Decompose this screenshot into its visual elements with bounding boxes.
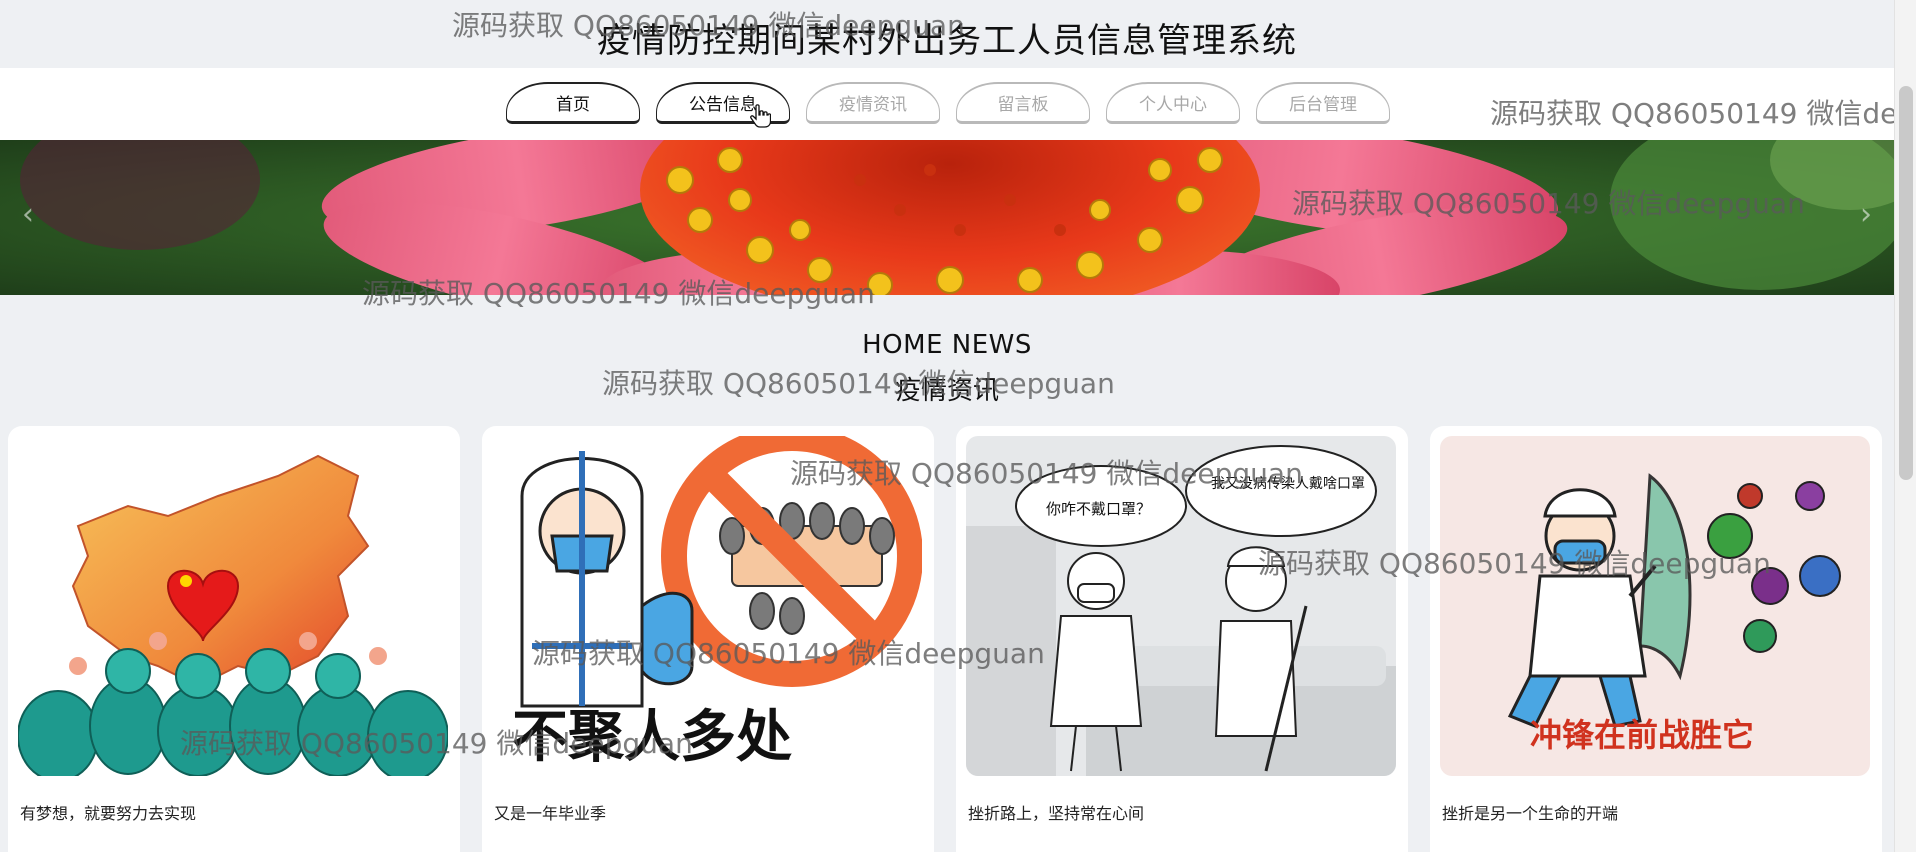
news-card[interactable]: 你咋不戴口罩？ 我又没病传染人戴啥口罩 挫折路上，坚持常在心间 bbox=[956, 426, 1408, 852]
banner-flower-image bbox=[0, 140, 1894, 295]
section-heading-cn: 疫情资讯 bbox=[894, 376, 999, 406]
title-bar: 疫情防控期间某村外出务工人员信息管理系统 bbox=[0, 0, 1894, 68]
doctor-fighting-virus-illustration: 冲锋在前战胜它 bbox=[1440, 436, 1870, 776]
nav-item-announcements[interactable]: 公告信息 bbox=[656, 82, 790, 128]
nav-bar: 首页 公告信息 疫情资讯 留言板 个人中心 后台管理 bbox=[0, 68, 1894, 140]
news-card[interactable]: 不聚人多处 又是一年毕业季 bbox=[482, 426, 934, 852]
hand-pointer-icon bbox=[750, 104, 771, 128]
speech-text-2: 我又没病传染人戴啥口罩 bbox=[1211, 476, 1365, 492]
site-title: 疫情防控期间某村外出务工人员信息管理系统 bbox=[597, 20, 1297, 61]
china-map-heart-illustration bbox=[18, 436, 448, 776]
mask-dialogue-illustration: 你咋不戴口罩？ 我又没病传染人戴啥口罩 bbox=[966, 436, 1396, 776]
vertical-scrollbar[interactable] bbox=[1894, 0, 1916, 852]
chevron-left-icon[interactable]: ‹ bbox=[22, 200, 34, 230]
news-card-caption: 又是一年毕业季 bbox=[494, 804, 607, 823]
news-card[interactable]: 冲锋在前战胜它 挫折是另一个生命的开端 bbox=[1430, 426, 1882, 852]
nav-item-epidemic-news[interactable]: 疫情资讯 bbox=[806, 82, 940, 124]
news-card-image bbox=[18, 436, 448, 776]
nav-item-label: 公告信息 bbox=[689, 95, 757, 115]
page: 疫情防控期间某村外出务工人员信息管理系统 首页 公告信息 疫情资讯 留言板 个人… bbox=[0, 0, 1916, 852]
chevron-right-icon[interactable]: › bbox=[1860, 200, 1872, 230]
news-card-image: 不聚人多处 bbox=[492, 436, 922, 776]
nav-item-home[interactable]: 首页 bbox=[506, 82, 640, 124]
news-card-caption: 有梦想，就要努力去实现 bbox=[20, 804, 197, 823]
news-card-image: 你咋不戴口罩？ 我又没病传染人戴啥口罩 bbox=[966, 436, 1396, 776]
news-card-caption: 挫折路上，坚持常在心间 bbox=[968, 804, 1145, 823]
image-slogan-text: 冲锋在前战胜它 bbox=[1530, 716, 1754, 754]
section-heading-en: HOME NEWS bbox=[862, 330, 1032, 360]
nav-item-label: 留言板 bbox=[997, 95, 1049, 115]
nav-item-admin[interactable]: 后台管理 bbox=[1256, 82, 1390, 124]
scrollbar-thumb[interactable] bbox=[1899, 86, 1913, 480]
nav-item-label: 个人中心 bbox=[1139, 95, 1207, 115]
speech-text-1: 你咋不戴口罩？ bbox=[1046, 500, 1151, 518]
nav-item-message-board[interactable]: 留言板 bbox=[956, 82, 1090, 124]
banner-carousel[interactable]: ‹ › bbox=[0, 140, 1894, 295]
news-card-image: 冲锋在前战胜它 bbox=[1440, 436, 1870, 776]
nav-item-label: 后台管理 bbox=[1289, 95, 1357, 115]
nav-item-label: 疫情资讯 bbox=[839, 95, 907, 115]
nav-item-personal-center[interactable]: 个人中心 bbox=[1106, 82, 1240, 124]
news-card[interactable]: 有梦想，就要努力去实现 bbox=[8, 426, 460, 852]
nav-list: 首页 公告信息 疫情资讯 留言板 个人中心 后台管理 bbox=[506, 82, 1390, 128]
section-heading: HOME NEWS 疫情资讯 bbox=[0, 330, 1894, 407]
nav-item-label: 首页 bbox=[556, 95, 590, 115]
image-slogan-text: 不聚人多处 bbox=[512, 705, 792, 770]
news-card-caption: 挫折是另一个生命的开端 bbox=[1442, 804, 1619, 823]
news-card-list: 有梦想，就要努力去实现 不聚人多处 又是一年毕业季 你咋不戴口罩？ 我又没病传染… bbox=[8, 426, 1882, 852]
no-gathering-illustration: 不聚人多处 bbox=[492, 436, 922, 776]
